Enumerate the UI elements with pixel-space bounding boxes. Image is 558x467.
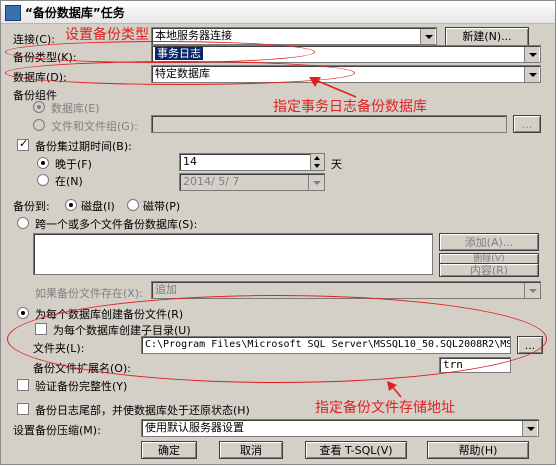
expire-date-picker[interactable]: 2014/ 5/ 7 [179, 173, 325, 191]
files-component-radio[interactable] [33, 119, 45, 131]
expire-days-value: 14 [183, 155, 197, 168]
expiry-label: 备份集过期时间(B): [35, 140, 132, 153]
annotation-arrow-icon [309, 77, 357, 98]
verify-checkbox[interactable] [17, 379, 29, 391]
backup-task-dialog: “备份数据库”任务 连接(C): 本地服务器连接 新建(N)... 备份类型(K… [0, 0, 556, 465]
verify-label: 验证备份完整性(Y) [35, 380, 128, 393]
chevron-down-icon[interactable] [524, 47, 539, 62]
title-bar: “备份数据库”任务 [1, 1, 555, 24]
if-exists-label: 如果备份文件存在(X): [35, 287, 143, 300]
contents-button[interactable]: 内容(R) [439, 263, 539, 277]
cancel-button[interactable]: 取消 [219, 441, 283, 459]
chevron-down-icon[interactable] [522, 421, 537, 436]
new-connection-button[interactable]: 新建(N)... [445, 27, 529, 47]
expire-after-label: 晚于(F) [55, 158, 92, 171]
expiry-checkbox[interactable] [17, 137, 29, 151]
expire-on-radio[interactable] [37, 174, 49, 186]
files-browse-button[interactable]: ... [513, 115, 541, 133]
window-title: “备份数据库”任务 [25, 6, 125, 20]
chevron-down-icon[interactable] [308, 175, 323, 190]
add-file-button[interactable]: 添加(A)... [439, 233, 539, 251]
tape-label: 磁带(P) [143, 200, 181, 213]
annotation-arrow-icon [387, 381, 402, 398]
expire-after-radio[interactable] [37, 157, 49, 169]
annotation-set-type: 设置备份类型 [65, 27, 149, 43]
database-component-radio[interactable] [33, 101, 45, 113]
ok-button[interactable]: 确定 [141, 441, 197, 459]
expire-days-input[interactable]: 14 [179, 153, 325, 171]
chevron-down-icon[interactable] [420, 29, 435, 44]
tail-log-label: 备份日志尾部，并使数据库处于还原状态(H) [35, 404, 250, 417]
database-component-label: 数据库(E) [51, 102, 100, 115]
app-icon [5, 5, 21, 21]
files-component-label: 文件和文件组(G): [51, 120, 138, 133]
files-component-field[interactable] [151, 115, 507, 133]
expire-date-value: 2014/ 5/ 7 [183, 175, 240, 188]
tail-log-checkbox[interactable] [17, 403, 29, 415]
disk-label: 磁盘(I) [81, 200, 115, 213]
per-db-radio[interactable] [17, 307, 29, 319]
backup-to-label: 备份到: [13, 200, 50, 213]
spinner-icon[interactable] [310, 154, 324, 170]
compression-label: 设置备份压缩(M): [13, 424, 101, 437]
annotation-ellipse-path [7, 295, 547, 383]
backup-files-list[interactable] [33, 233, 433, 275]
chevron-down-icon[interactable] [524, 283, 539, 298]
compression-value: 使用默认服务器设置 [145, 421, 244, 434]
compression-select[interactable]: 使用默认服务器设置 [141, 419, 539, 437]
help-button[interactable]: 帮助(H) [427, 441, 529, 459]
days-unit-label: 天 [331, 158, 342, 171]
span-files-label: 跨一个或多个文件备份数据库(S): [35, 218, 198, 231]
if-exists-value: 追加 [155, 283, 177, 296]
annotation-ellipse-type [5, 41, 315, 63]
view-tsql-button[interactable]: 查看 T-SQL(V) [305, 441, 407, 459]
span-files-radio[interactable] [17, 217, 29, 229]
annotation-set-path: 指定备份文件存储地址 [315, 400, 455, 416]
tape-radio[interactable] [127, 199, 139, 211]
disk-radio[interactable] [65, 199, 77, 211]
expire-on-label: 在(N) [55, 175, 83, 188]
chevron-down-icon[interactable] [524, 67, 539, 82]
